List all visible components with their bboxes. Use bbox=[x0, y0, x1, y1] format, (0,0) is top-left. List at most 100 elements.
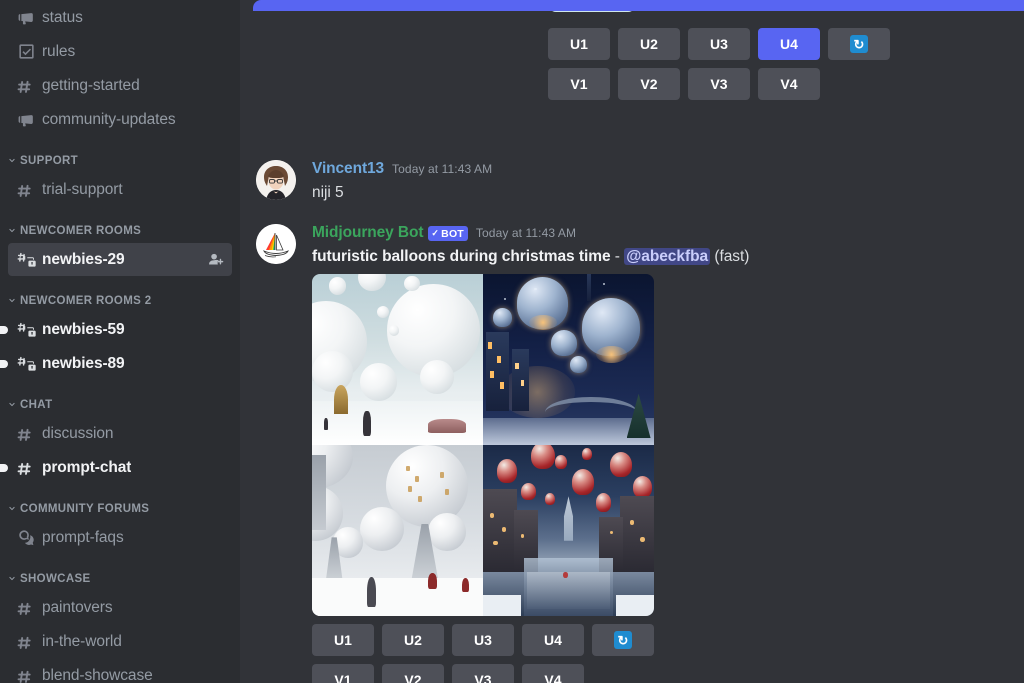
avatar[interactable] bbox=[256, 160, 296, 200]
category-support[interactable]: SUPPORT bbox=[0, 152, 240, 170]
message-user: Vincent13 Today at 11:43 AM niji 5 bbox=[240, 160, 1024, 203]
sidebar-item-in-the-world[interactable]: in-the-world bbox=[8, 625, 232, 658]
refresh-icon: ↻ bbox=[614, 631, 632, 649]
sidebar-item-label: prompt-chat bbox=[42, 458, 132, 476]
midjourney-sailboat-avatar bbox=[256, 224, 296, 264]
variation-button-row-bot: V1 V2 V3 V4 bbox=[312, 664, 1008, 683]
sidebar-item-community-updates[interactable]: community-updates bbox=[8, 103, 232, 136]
prompt-text: futuristic balloons during christmas tim… bbox=[312, 248, 611, 265]
variation-button-row-top: V1 V2 V3 V4 bbox=[548, 68, 1024, 100]
message-timestamp: Today at 11:43 AM bbox=[475, 226, 577, 240]
prompt-line: futuristic balloons during christmas tim… bbox=[312, 246, 1008, 267]
button-u2[interactable]: U2 bbox=[382, 624, 444, 656]
user-mention[interactable]: @abeckfba bbox=[624, 248, 711, 265]
sidebar-item-newbies-29[interactable]: newbies-29 bbox=[8, 243, 232, 276]
unread-indicator bbox=[0, 325, 8, 334]
generated-image-grid[interactable] bbox=[312, 274, 654, 616]
hash-icon bbox=[16, 632, 36, 652]
hash-icon bbox=[16, 458, 36, 478]
sidebar-item-label: prompt-faqs bbox=[42, 528, 124, 546]
chevron-down-icon bbox=[6, 155, 18, 167]
button-u3[interactable]: U3 bbox=[452, 624, 514, 656]
chevron-down-icon bbox=[6, 503, 18, 515]
sidebar-item-getting-started[interactable]: getting-started bbox=[8, 69, 232, 102]
channel-sidebar: status rules getting-started community-upda… bbox=[0, 0, 240, 683]
button-u2-top[interactable]: U2 bbox=[618, 28, 680, 60]
sidebar-item-newbies-59[interactable]: newbies-59 bbox=[0, 313, 232, 346]
button-v4[interactable]: V4 bbox=[522, 664, 584, 683]
mode-label: (fast) bbox=[714, 248, 750, 265]
button-u1[interactable]: U1 bbox=[312, 624, 374, 656]
check-icon: ✓ bbox=[431, 228, 440, 238]
category-label: CHAT bbox=[20, 399, 53, 411]
anime-woman-avatar bbox=[256, 160, 296, 200]
bot-badge: ✓ BOT bbox=[428, 226, 468, 241]
message-bot: Midjourney Bot ✓ BOT Today at 11:43 AM f… bbox=[240, 224, 1024, 683]
sidebar-item-blend-showcase[interactable]: blend-showcase bbox=[8, 659, 232, 683]
sidebar-item-trial-support[interactable]: trial-support bbox=[8, 173, 232, 206]
message-header: Vincent13 Today at 11:43 AM bbox=[312, 160, 1008, 182]
category-showcase[interactable]: SHOWCASE bbox=[0, 570, 240, 588]
grid-cell-3[interactable] bbox=[312, 445, 483, 616]
sidebar-item-label: blend-showcase bbox=[42, 666, 153, 683]
button-v4-top[interactable]: V4 bbox=[758, 68, 820, 100]
category-newcomer-rooms-2[interactable]: NEWCOMER ROOMS 2 bbox=[0, 292, 240, 310]
hash-icon bbox=[16, 424, 36, 444]
sidebar-item-discussion[interactable]: discussion bbox=[8, 417, 232, 450]
category-community-forums[interactable]: COMMUNITY FORUMS bbox=[0, 500, 240, 518]
button-v3-top[interactable]: V3 bbox=[688, 68, 750, 100]
button-reroll[interactable]: ↻ bbox=[592, 624, 654, 656]
sidebar-item-prompt-faqs[interactable]: prompt-faqs bbox=[8, 521, 232, 554]
clipped-previous-message: U1 U2 U3 U4 ↻ V1 V2 V3 V4 bbox=[240, 0, 1024, 100]
button-u4-top[interactable]: U4 bbox=[758, 28, 820, 60]
sidebar-item-paintovers[interactable]: paintovers bbox=[8, 591, 232, 624]
hash-thread-lock-icon bbox=[16, 354, 36, 374]
channel-list: status rules getting-started community-upda… bbox=[0, 1, 240, 683]
sidebar-item-newbies-89[interactable]: newbies-89 bbox=[0, 347, 232, 380]
chevron-down-icon bbox=[6, 399, 18, 411]
message-header: Midjourney Bot ✓ BOT Today at 11:43 AM bbox=[312, 224, 1008, 246]
button-v2-top[interactable]: V2 bbox=[618, 68, 680, 100]
unread-indicator bbox=[0, 359, 8, 368]
discord-window: status rules getting-started community-upda… bbox=[0, 0, 1024, 683]
sidebar-item-label: rules bbox=[42, 42, 76, 60]
category-newcomer-rooms[interactable]: NEWCOMER ROOMS bbox=[0, 222, 240, 240]
avatar[interactable] bbox=[256, 224, 296, 264]
button-v1-top[interactable]: V1 bbox=[548, 68, 610, 100]
add-person-icon[interactable] bbox=[207, 251, 224, 268]
grid-cell-4[interactable] bbox=[483, 445, 654, 616]
sidebar-item-label: community-updates bbox=[42, 110, 176, 128]
sidebar-item-label: discussion bbox=[42, 424, 114, 442]
category-label: NEWCOMER ROOMS 2 bbox=[20, 295, 152, 307]
upscale-button-row-bot: U1 U2 U3 U4 ↻ bbox=[312, 624, 1008, 656]
sidebar-item-prompt-chat[interactable]: prompt-chat bbox=[0, 451, 232, 484]
sidebar-item-label: trial-support bbox=[42, 180, 123, 198]
sidebar-item-label: paintovers bbox=[42, 598, 113, 616]
sidebar-item-rules[interactable]: rules bbox=[8, 35, 232, 68]
grid-cell-2[interactable] bbox=[483, 274, 654, 445]
hash-thread-lock-icon bbox=[16, 320, 36, 340]
button-u4[interactable]: U4 bbox=[522, 624, 584, 656]
button-reroll-top[interactable]: ↻ bbox=[828, 28, 890, 60]
message-area: U1 U2 U3 U4 ↻ V1 V2 V3 V4 Vincent13 Toda… bbox=[240, 0, 1024, 683]
sidebar-item-status[interactable]: status bbox=[8, 1, 232, 34]
sidebar-item-label: getting-started bbox=[42, 76, 140, 94]
announcement-icon bbox=[16, 8, 36, 28]
message-author[interactable]: Vincent13 bbox=[312, 160, 384, 178]
button-v3[interactable]: V3 bbox=[452, 664, 514, 683]
grid-cell-1[interactable] bbox=[312, 274, 483, 445]
unread-indicator bbox=[0, 463, 8, 472]
refresh-icon: ↻ bbox=[850, 35, 868, 53]
button-u1-top[interactable]: U1 bbox=[548, 28, 610, 60]
category-chat[interactable]: CHAT bbox=[0, 396, 240, 414]
button-v1[interactable]: V1 bbox=[312, 664, 374, 683]
hash-icon bbox=[16, 76, 36, 96]
announcement-icon bbox=[16, 110, 36, 130]
button-v2[interactable]: V2 bbox=[382, 664, 444, 683]
chevron-down-icon bbox=[6, 225, 18, 237]
message-author[interactable]: Midjourney Bot bbox=[312, 224, 424, 242]
forum-icon bbox=[16, 528, 36, 548]
button-u3-top[interactable]: U3 bbox=[688, 28, 750, 60]
category-label: NEWCOMER ROOMS bbox=[20, 225, 142, 237]
rules-check-icon bbox=[16, 42, 36, 62]
